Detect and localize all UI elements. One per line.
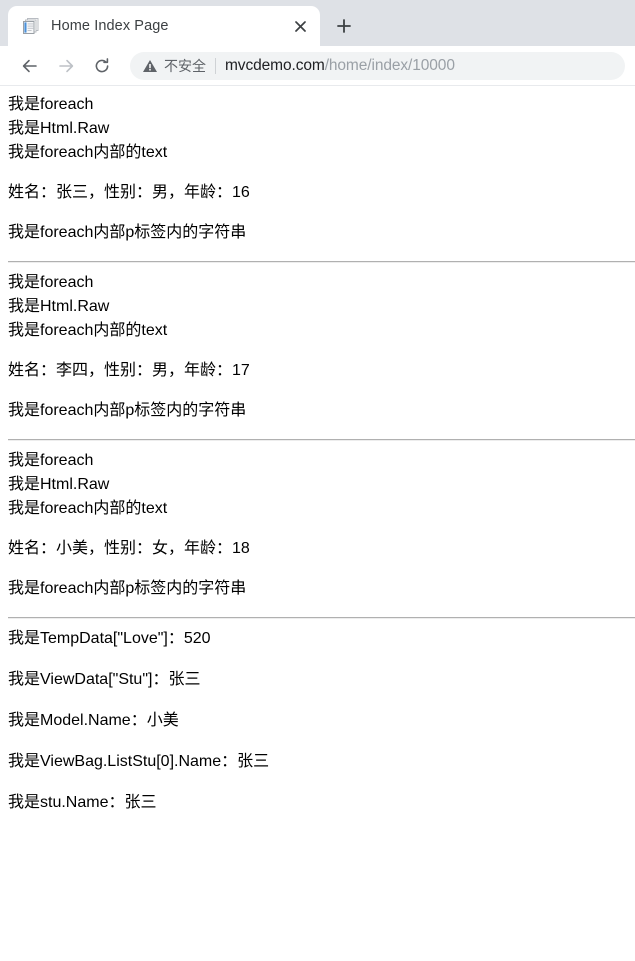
foreach-line-1: 我是foreach bbox=[8, 452, 94, 469]
url-host: mvcdemo.com bbox=[225, 56, 325, 74]
forward-icon[interactable] bbox=[50, 50, 82, 82]
foreach-block: 我是foreach 我是Html.Raw 我是foreach内部的text 姓名：李… bbox=[8, 271, 627, 423]
foreach-lines: 我是foreach 我是Html.Raw 我是foreach内部的text bbox=[8, 449, 627, 521]
foreach-inner-text-line: 我是foreach内部的text bbox=[8, 322, 168, 339]
student-info-line: 姓名：李四，性别：男，年龄：17 bbox=[8, 362, 250, 379]
foreach-line-1: 我是foreach bbox=[8, 96, 94, 113]
student-info-line: 姓名：张三，性别：男，年龄：16 bbox=[8, 184, 250, 201]
foreach-lines: 我是foreach 我是Html.Raw 我是foreach内部的text bbox=[8, 93, 627, 165]
address-bar[interactable]: 不安全 mvcdemo.com/home/index/10000 bbox=[130, 51, 625, 80]
url-text: mvcdemo.com/home/index/10000 bbox=[225, 57, 455, 75]
close-icon[interactable] bbox=[288, 14, 312, 38]
browser-tab-home-index-page[interactable]: Home Index Page bbox=[8, 6, 320, 46]
reload-icon[interactable] bbox=[86, 50, 118, 82]
foreach-block: 我是foreach 我是Html.Raw 我是foreach内部的text 姓名：小… bbox=[8, 449, 627, 601]
html-raw-line: 我是Html.Raw bbox=[8, 298, 110, 315]
summary-block: 我是TempData["Love"]：520 我是ViewData["Stu"]… bbox=[8, 627, 627, 815]
new-tab-button[interactable] bbox=[330, 12, 358, 40]
page-content: 我是foreach 我是Html.Raw 我是foreach内部的text 姓名：张… bbox=[0, 86, 635, 840]
browser-toolbar: 不安全 mvcdemo.com/home/index/10000 bbox=[0, 46, 635, 86]
viewdata-line: 我是ViewData["Stu"]：张三 bbox=[8, 671, 201, 688]
warning-triangle-icon bbox=[142, 58, 158, 74]
document-page-icon bbox=[22, 17, 40, 35]
security-status[interactable]: 不安全 bbox=[142, 56, 206, 76]
html-raw-line: 我是Html.Raw bbox=[8, 120, 110, 137]
foreach-lines: 我是foreach 我是Html.Raw 我是foreach内部的text bbox=[8, 271, 627, 343]
section-divider bbox=[8, 261, 635, 263]
html-raw-line: 我是Html.Raw bbox=[8, 476, 110, 493]
tempdata-line: 我是TempData["Love"]：520 bbox=[8, 630, 211, 647]
security-status-text: 不安全 bbox=[164, 57, 206, 74]
student-info-line: 姓名：小美，性别：女，年龄：18 bbox=[8, 540, 250, 557]
foreach-inner-p-line: 我是foreach内部p标签内的字符串 bbox=[8, 224, 247, 241]
foreach-inner-p-line: 我是foreach内部p标签内的字符串 bbox=[8, 402, 247, 419]
back-icon[interactable] bbox=[14, 50, 46, 82]
section-divider bbox=[8, 439, 635, 441]
foreach-inner-p-line: 我是foreach内部p标签内的字符串 bbox=[8, 580, 247, 597]
foreach-inner-text-line: 我是foreach内部的text bbox=[8, 500, 168, 517]
tab-strip: Home Index Page bbox=[0, 0, 635, 46]
foreach-block: 我是foreach 我是Html.Raw 我是foreach内部的text 姓名：张… bbox=[8, 93, 627, 245]
tab-title: Home Index Page bbox=[51, 18, 169, 34]
stu-name-line: 我是stu.Name：张三 bbox=[8, 794, 157, 811]
section-divider bbox=[8, 617, 635, 619]
page-viewport[interactable]: 我是foreach 我是Html.Raw 我是foreach内部的text 姓名：张… bbox=[0, 86, 635, 961]
browser-window: Home Index Page 不安全 mvcdemo.com/home/ind… bbox=[0, 0, 635, 961]
omnibox-divider bbox=[215, 57, 216, 74]
foreach-inner-text-line: 我是foreach内部的text bbox=[8, 144, 168, 161]
model-name-line: 我是Model.Name：小美 bbox=[8, 712, 179, 729]
viewbag-liststu-line: 我是ViewBag.ListStu[0].Name：张三 bbox=[8, 753, 270, 770]
foreach-line-1: 我是foreach bbox=[8, 274, 94, 291]
url-path: /home/index/10000 bbox=[324, 56, 455, 74]
